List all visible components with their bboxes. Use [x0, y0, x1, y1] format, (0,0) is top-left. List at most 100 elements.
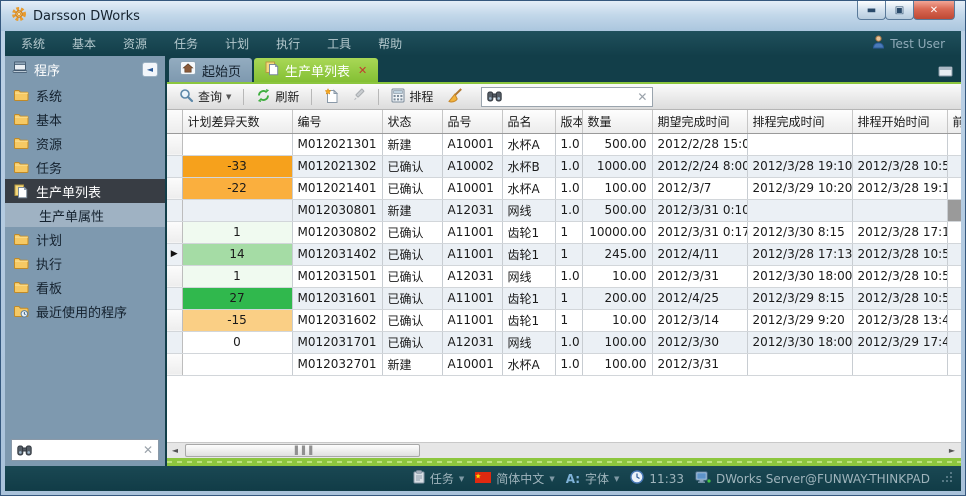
row-selector[interactable] [167, 155, 182, 177]
cell-status[interactable]: 已确认 [382, 265, 442, 287]
horizontal-scrollbar[interactable]: ◄ ▐▐▐ ► [167, 442, 961, 458]
cell-scheduled_start[interactable] [852, 199, 947, 221]
user-indicator[interactable]: Test User [872, 35, 945, 52]
cell-qty[interactable]: 100.00 [582, 177, 652, 199]
cell-item_no[interactable]: A10001 [442, 177, 502, 199]
cell-qty[interactable]: 500.00 [582, 133, 652, 155]
sidebar-item[interactable]: 系统 [5, 83, 165, 107]
menu-item-3[interactable]: 资源 [123, 35, 147, 52]
cell-diff[interactable]: 0 [182, 331, 292, 353]
minimize-button[interactable]: ▬ [857, 1, 886, 20]
sidebar-item[interactable]: 计划 [5, 227, 165, 251]
cell-diff[interactable] [182, 199, 292, 221]
cell-extra[interactable] [947, 177, 961, 199]
sidebar-item[interactable]: 资源 [5, 131, 165, 155]
cell-diff[interactable] [182, 353, 292, 375]
menu-item-6[interactable]: 执行 [276, 35, 300, 52]
table-row[interactable]: 1M012030802已确认A11001齿轮1110000.002012/3/3… [167, 221, 961, 243]
cell-scheduled_end[interactable] [747, 353, 852, 375]
cell-scheduled_end[interactable]: 2012/3/28 19:10 [747, 155, 852, 177]
cell-order_no[interactable]: M012021301 [292, 133, 382, 155]
table-row[interactable]: -33M012021302已确认A10002水杯B1.01000.002012/… [167, 155, 961, 177]
clear-button[interactable] [443, 86, 467, 108]
cell-item_no[interactable]: A11001 [442, 309, 502, 331]
toolbar-search-clear-icon[interactable]: ✕ [637, 91, 647, 103]
cell-order_no[interactable]: M012031501 [292, 265, 382, 287]
cell-expected_end[interactable]: 2012/3/31 [652, 265, 747, 287]
cell-expected_end[interactable]: 2012/3/31 [652, 353, 747, 375]
cell-item_no[interactable]: A11001 [442, 243, 502, 265]
cell-order_no[interactable]: M012030801 [292, 199, 382, 221]
sidebar-item[interactable]: 生产单属性 [5, 203, 165, 227]
row-selector[interactable] [167, 353, 182, 375]
cell-order_no[interactable]: M012031601 [292, 287, 382, 309]
cell-status[interactable]: 已确认 [382, 243, 442, 265]
cell-scheduled_end[interactable]: 2012/3/28 17:13 [747, 243, 852, 265]
sidebar-search-input[interactable] [37, 442, 138, 458]
cell-extra[interactable] [947, 133, 961, 155]
cell-scheduled_start[interactable]: 2012/3/28 10:52 [852, 243, 947, 265]
sidebar-collapse-button[interactable]: ◄ [142, 62, 158, 77]
cell-item_no[interactable]: A10002 [442, 155, 502, 177]
cell-order_no[interactable]: M012032701 [292, 353, 382, 375]
column-header[interactable]: 品名 [502, 110, 555, 133]
cell-item_no[interactable]: A11001 [442, 287, 502, 309]
column-header[interactable]: 品号 [442, 110, 502, 133]
cell-version[interactable]: 1 [555, 221, 582, 243]
cell-order_no[interactable]: M012031701 [292, 331, 382, 353]
query-button[interactable]: 查询 ▼ [175, 86, 235, 108]
cell-scheduled_end[interactable]: 2012/3/30 8:15 [747, 221, 852, 243]
row-selector[interactable] [167, 265, 182, 287]
cell-scheduled_end[interactable] [747, 133, 852, 155]
row-selector[interactable] [167, 287, 182, 309]
schedule-button[interactable]: 排程 [387, 86, 437, 108]
cell-item_name[interactable]: 水杯A [502, 177, 555, 199]
cell-item_name[interactable]: 网线 [502, 265, 555, 287]
cell-item_name[interactable]: 网线 [502, 199, 555, 221]
scrollbar-thumb[interactable]: ▐▐▐ [185, 444, 420, 457]
cell-qty[interactable]: 10000.00 [582, 221, 652, 243]
cell-version[interactable]: 1 [555, 309, 582, 331]
cell-expected_end[interactable]: 2012/4/25 [652, 287, 747, 309]
cell-qty[interactable]: 200.00 [582, 287, 652, 309]
cell-scheduled_start[interactable]: 2012/3/28 17:13 [852, 221, 947, 243]
row-selector[interactable] [167, 177, 182, 199]
sidebar-item[interactable]: 生产单列表 [5, 179, 165, 203]
cell-qty[interactable]: 10.00 [582, 265, 652, 287]
menu-item-4[interactable]: 任务 [174, 35, 198, 52]
table-row[interactable]: 27M012031601已确认A11001齿轮11200.002012/4/25… [167, 287, 961, 309]
cell-version[interactable]: 1 [555, 287, 582, 309]
cell-version[interactable]: 1.0 [555, 155, 582, 177]
cell-extra[interactable]: # [947, 199, 961, 221]
scroll-left-icon[interactable]: ◄ [167, 444, 183, 458]
cell-item_name[interactable]: 水杯A [502, 133, 555, 155]
cell-scheduled_start[interactable]: 2012/3/28 13:40 [852, 309, 947, 331]
cell-status[interactable]: 已确认 [382, 331, 442, 353]
cell-order_no[interactable]: M012021302 [292, 155, 382, 177]
cell-qty[interactable]: 10.00 [582, 309, 652, 331]
table-row[interactable]: ▶14M012031402已确认A11001齿轮11245.002012/4/1… [167, 243, 961, 265]
cell-scheduled_start[interactable] [852, 353, 947, 375]
cell-expected_end[interactable]: 2012/3/14 [652, 309, 747, 331]
cell-version[interactable]: 1 [555, 243, 582, 265]
menu-item-1[interactable]: 系统 [21, 35, 45, 52]
cell-status[interactable]: 已确认 [382, 155, 442, 177]
cell-scheduled_start[interactable]: 2012/3/28 10:52 [852, 287, 947, 309]
cell-scheduled_end[interactable]: 2012/3/30 18:00 [747, 265, 852, 287]
tab-active[interactable]: 生产单列表✕ [254, 58, 378, 82]
cell-extra[interactable] [947, 243, 961, 265]
menu-item-5[interactable]: 计划 [225, 35, 249, 52]
cell-item_name[interactable]: 齿轮1 [502, 287, 555, 309]
menu-item-8[interactable]: 帮助 [378, 35, 402, 52]
cell-expected_end[interactable]: 2012/3/30 [652, 331, 747, 353]
cell-extra[interactable] [947, 331, 961, 353]
cell-item_name[interactable]: 水杯A [502, 353, 555, 375]
cell-qty[interactable]: 100.00 [582, 353, 652, 375]
scroll-right-icon[interactable]: ► [944, 444, 960, 458]
menu-item-7[interactable]: 工具 [327, 35, 351, 52]
table-row[interactable]: -22M012021401已确认A10001水杯A1.0100.002012/3… [167, 177, 961, 199]
cell-scheduled_end[interactable]: 2012/3/29 10:20 [747, 177, 852, 199]
row-selector[interactable] [167, 199, 182, 221]
column-header[interactable]: 期望完成时间 [652, 110, 747, 133]
cell-scheduled_start[interactable]: 2012/3/28 10:52 [852, 265, 947, 287]
